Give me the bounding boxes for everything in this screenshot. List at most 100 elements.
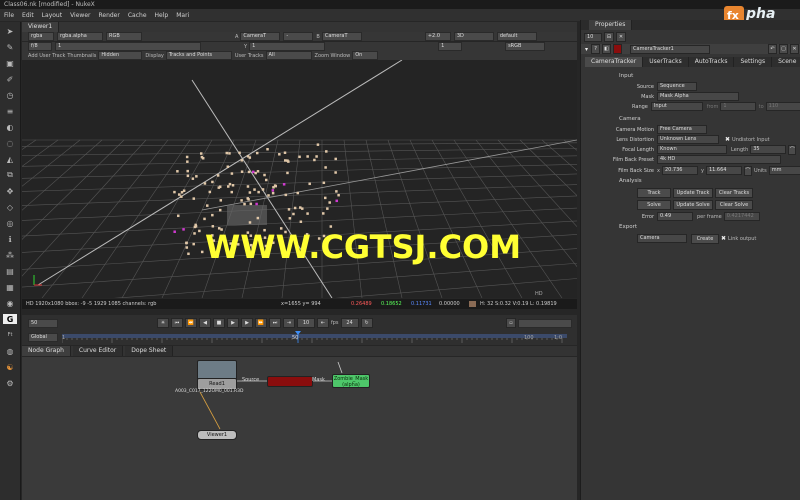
range-mode-dropdown[interactable]: Global (28, 333, 58, 342)
settings-icon[interactable]: ⚙ (3, 378, 17, 388)
frame-step-field[interactable]: 10 (297, 318, 315, 328)
menu-help[interactable]: Help (151, 12, 173, 19)
lock-panels-icon[interactable]: ⊟ (604, 32, 614, 42)
solve-button[interactable]: Solve (637, 199, 671, 210)
zoom-window-dropdown[interactable]: On (352, 51, 379, 60)
clear-tracks-button[interactable]: Clear Tracks (715, 187, 753, 198)
update-track-button[interactable]: Update Track (673, 187, 713, 198)
cameratracker-node[interactable] (267, 376, 313, 387)
colorspace-dropdown[interactable]: RGB (106, 32, 142, 41)
tab-cameratracker[interactable]: CameraTracker (585, 57, 644, 67)
user-tracks-dropdown[interactable]: All (265, 51, 312, 60)
update-solve-button[interactable]: Update Solve (673, 199, 713, 210)
focal-length-dropdown[interactable]: Known (657, 145, 727, 154)
tab-autotracks[interactable]: AutoTracks (688, 57, 735, 67)
skip-forward-icon[interactable]: ⇤ (317, 318, 329, 328)
other-icon[interactable]: ◉ (3, 298, 17, 308)
tab-curve-editor[interactable]: Curve Editor (72, 346, 124, 356)
current-frame-field[interactable]: 50 (28, 319, 58, 328)
tab-settings[interactable]: Settings (734, 57, 773, 67)
menu-mari[interactable]: Mari (172, 12, 193, 19)
ocula-icon[interactable]: ◍ (3, 346, 17, 356)
range-field[interactable] (518, 319, 572, 328)
channels-dropdown[interactable]: rgba (28, 32, 54, 41)
add-user-track-button[interactable]: Add User Track (28, 53, 65, 59)
fps-field[interactable]: 24 (340, 318, 359, 328)
tab-node-graph[interactable]: Node Graph (22, 346, 71, 356)
menu-viewer[interactable]: Viewer (66, 12, 94, 19)
fstop-dropdown[interactable]: f/8 (28, 42, 52, 51)
film-back-y-field[interactable]: 11.664 (705, 166, 742, 175)
filter-icon[interactable]: ◌ (3, 138, 17, 148)
camera-motion-dropdown[interactable]: Free Camera (657, 125, 707, 134)
animation-menu-icon[interactable]: ⌒ (788, 144, 797, 155)
node-name-field[interactable]: CameraTracker1 (630, 44, 711, 54)
menu-render[interactable]: Render (94, 12, 123, 19)
views-icon[interactable]: ◎ (3, 218, 17, 228)
transform-icon[interactable]: ✥ (3, 186, 17, 196)
particles-icon[interactable]: ⁂ (3, 250, 17, 260)
clear-solve-button[interactable]: Clear Solve (715, 199, 753, 210)
per-frame-field[interactable]: 0.4217442 (723, 212, 760, 221)
export-dropdown[interactable]: Camera (637, 234, 687, 243)
view-mode-dropdown[interactable]: 3D (453, 32, 494, 41)
lens-distortion-dropdown[interactable]: Unknown Lens (657, 135, 719, 144)
thumbnails-dropdown[interactable]: Hidden (98, 51, 143, 60)
range-dropdown[interactable]: Input (650, 102, 703, 111)
next-keyframe-icon[interactable]: ⏩ (255, 318, 267, 328)
node-tile-color-icon[interactable] (613, 44, 623, 54)
color-icon[interactable]: ◐ (3, 122, 17, 132)
node-color-icon[interactable]: ◧ (602, 44, 612, 54)
stop-icon[interactable]: ■ (213, 318, 225, 328)
a-input-dropdown[interactable]: CameraT (240, 32, 281, 41)
tab-usertracks[interactable]: UserTracks (643, 57, 689, 67)
furnace-icon[interactable]: Ft (3, 330, 17, 340)
link-output-checkbox[interactable]: ✖ (721, 235, 726, 242)
viewer-node[interactable]: Viewer1 (197, 430, 237, 440)
gain-slider[interactable]: 1 (55, 42, 201, 51)
plugin-icon[interactable]: ☯ (3, 362, 17, 372)
toolsets-icon[interactable]: ▦ (3, 282, 17, 292)
range-from-field[interactable]: 1 (720, 102, 756, 111)
node-graph[interactable]: Read1 A003_C017_122OM0_001.R3D Source Ma… (22, 357, 577, 500)
deep-icon[interactable]: ▤ (3, 266, 17, 276)
zoom-dropdown[interactable]: 1 (438, 42, 463, 51)
brush-icon[interactable]: ✎ (3, 42, 17, 52)
composite-dropdown[interactable]: - (283, 32, 314, 41)
film-back-x-field[interactable]: 20.736 (661, 166, 698, 175)
length-field[interactable]: 35 (750, 145, 787, 154)
metadata-icon[interactable]: ℹ (3, 234, 17, 244)
menu-layout[interactable]: Layout (38, 12, 66, 19)
play-icon[interactable]: ▶ (227, 318, 239, 328)
step-forward-icon[interactable]: ▶ (241, 318, 253, 328)
timeline-ruler[interactable]: 1 50 100 1:0 (61, 331, 567, 343)
last-frame-icon[interactable]: ⏭ (269, 318, 281, 328)
draw-icon[interactable]: ✐ (3, 74, 17, 84)
collapse-icon[interactable]: ▾ (585, 46, 588, 53)
tab-dope-sheet[interactable]: Dope Sheet (125, 346, 174, 356)
menu-cache[interactable]: Cache (124, 12, 151, 19)
channel-icon[interactable]: ≡ (3, 106, 17, 116)
alpha-dropdown[interactable]: rgba.alpha (57, 32, 103, 41)
b-input-dropdown[interactable]: CameraT (321, 32, 362, 41)
units-dropdown[interactable]: mm (768, 166, 800, 175)
step-back-icon[interactable]: ◀ (199, 318, 211, 328)
range-to-field[interactable]: 110 (765, 102, 800, 111)
tab-scene[interactable]: Scene (772, 57, 800, 67)
max-panels-field[interactable]: 10 (584, 32, 602, 42)
float-panel-icon[interactable]: ▢ (779, 44, 788, 54)
menu-file[interactable]: File (0, 12, 18, 19)
gizmo-g-icon[interactable]: G (3, 314, 17, 324)
film-back-preset-dropdown[interactable]: 4k HD (657, 155, 781, 164)
in-point-icon[interactable]: ▫ (506, 318, 516, 328)
snowflake-icon[interactable]: ✳ (157, 318, 169, 328)
create-button[interactable]: Create (691, 233, 719, 244)
display-dropdown[interactable]: Tracks and Points (165, 51, 232, 60)
lut-dropdown[interactable]: default (496, 32, 537, 41)
close-panel-icon[interactable]: ✕ (790, 44, 799, 54)
image-icon[interactable]: ▣ (3, 58, 17, 68)
tab-viewer1[interactable]: Viewer1 (22, 22, 60, 32)
skip-icon[interactable]: ⇥ (283, 318, 295, 328)
clear-panels-icon[interactable]: ✕ (616, 32, 626, 42)
gamma-slider[interactable]: 1 (249, 42, 326, 51)
